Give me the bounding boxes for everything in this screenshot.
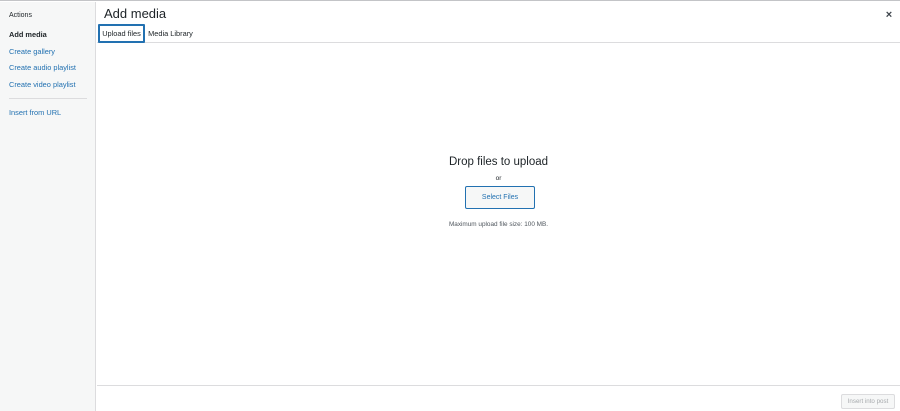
max-upload-size-text: Maximum upload file size: 100 MB. xyxy=(448,221,549,228)
sidebar-divider xyxy=(9,98,87,99)
close-icon[interactable]: × xyxy=(880,7,898,23)
sidebar-item-create-video-playlist[interactable]: Create video playlist xyxy=(9,80,76,89)
page-title: Add media xyxy=(104,6,167,21)
select-files-button[interactable]: Select Files xyxy=(465,186,535,209)
sidebar-item-add-media[interactable]: Add media xyxy=(9,30,47,39)
tab-upload-files[interactable]: Upload files xyxy=(98,24,145,43)
tab-media-library[interactable]: Media Library xyxy=(145,24,196,43)
sidebar-item-insert-from-url[interactable]: Insert from URL xyxy=(9,108,61,117)
upload-drop-zone[interactable]: Drop files to upload or Select Files Max… xyxy=(97,43,900,385)
add-media-modal: Actions Add media Create gallery Create … xyxy=(0,0,900,411)
sidebar-heading: Actions xyxy=(9,12,32,19)
sidebar-item-create-gallery[interactable]: Create gallery xyxy=(9,47,55,56)
sidebar-item-create-audio-playlist[interactable]: Create audio playlist xyxy=(9,63,76,72)
drop-files-heading: Drop files to upload xyxy=(448,156,549,168)
insert-into-post-button[interactable]: Insert into post xyxy=(841,394,895,409)
or-text: or xyxy=(495,175,502,182)
media-sidebar: Actions Add media Create gallery Create … xyxy=(0,2,96,411)
modal-footer: Insert into post xyxy=(97,385,900,411)
